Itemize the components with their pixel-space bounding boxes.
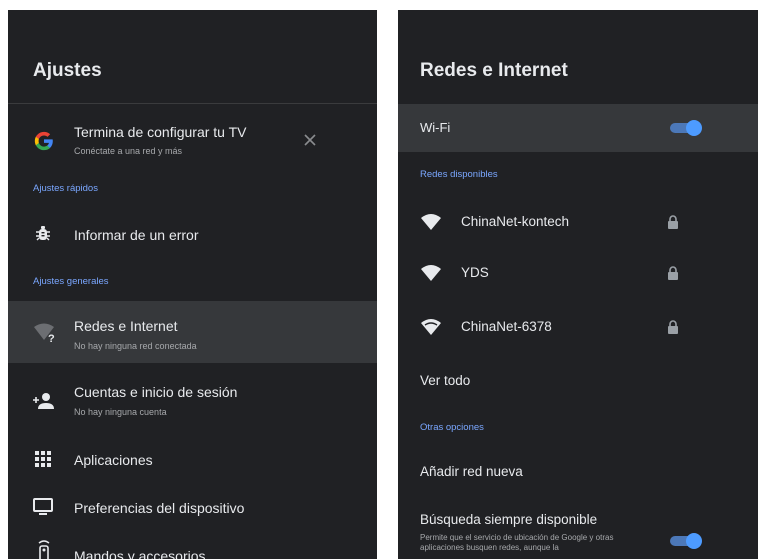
section-general-settings: Ajustes generales: [33, 276, 109, 287]
remote-icon: [34, 540, 54, 559]
wifi-toggle[interactable]: [670, 120, 702, 136]
wifi-toggle-row[interactable]: Wi-Fi: [398, 104, 758, 152]
menu-item-report-bug[interactable]: Informar de un error: [8, 214, 377, 254]
lock-icon: [668, 215, 678, 229]
network-name: YDS: [461, 265, 489, 280]
page-title: Ajustes: [33, 60, 102, 81]
google-g-icon: [33, 130, 55, 152]
lock-icon: [668, 320, 678, 334]
section-other-options: Otras opciones: [420, 422, 484, 433]
close-icon[interactable]: [300, 130, 320, 150]
wifi-label: Wi-Fi: [420, 120, 451, 135]
menu-item-label: Cuentas e inicio de sesión: [74, 384, 238, 400]
settings-panel: Ajustes Termina de configurar tu TV Coné…: [8, 10, 377, 559]
add-network-button[interactable]: Añadir red nueva: [398, 454, 758, 490]
menu-item-label: Informar de un error: [74, 227, 199, 243]
network-name: ChinaNet-6378: [461, 319, 552, 334]
setup-prompt-row[interactable]: Termina de configurar tu TV Conéctate a …: [8, 114, 377, 166]
divider: [8, 103, 377, 104]
see-all-button[interactable]: Ver todo: [398, 362, 758, 398]
bug-icon: [33, 224, 53, 244]
lock-icon: [668, 266, 678, 280]
menu-item-label: Mandos y accesorios: [74, 548, 206, 559]
network-item[interactable]: ChinaNet-kontech: [398, 202, 758, 242]
see-all-label: Ver todo: [420, 373, 471, 388]
network-item[interactable]: ChinaNet-6378: [398, 307, 758, 347]
menu-item-sub: No hay ninguna red conectada: [74, 341, 197, 351]
wifi-full-icon: [420, 212, 442, 232]
apps-grid-icon: [33, 449, 53, 469]
section-available-networks: Redes disponibles: [420, 169, 498, 180]
menu-item-device-preferences[interactable]: Preferencias del dispositivo: [8, 488, 377, 528]
setup-prompt-sub: Conéctate a una red y más: [74, 146, 183, 156]
menu-item-label: Preferencias del dispositivo: [74, 500, 245, 516]
section-quick-settings: Ajustes rápidos: [33, 183, 98, 194]
menu-item-network[interactable]: ? Redes e Internet No hay ninguna red co…: [8, 301, 377, 363]
setup-prompt-label: Termina de configurar tu TV: [74, 124, 247, 140]
wifi-full-icon: [420, 263, 442, 283]
menu-item-sub: No hay ninguna cuenta: [74, 407, 167, 417]
network-name: ChinaNet-kontech: [461, 214, 570, 229]
menu-item-remotes[interactable]: Mandos y accesorios: [8, 536, 377, 559]
tv-icon: [32, 497, 54, 517]
menu-item-label: Aplicaciones: [74, 452, 153, 468]
network-item[interactable]: YDS: [398, 253, 758, 293]
wifi-question-icon: ?: [33, 322, 57, 344]
always-scan-description: Permite que el servicio de ubicación de …: [420, 533, 614, 552]
menu-item-label: Redes e Internet: [74, 318, 178, 334]
always-scan-label: Búsqueda siempre disponible: [420, 512, 598, 527]
svg-text:?: ?: [48, 333, 55, 343]
network-panel: Redes e Internet Wi-Fi Redes disponibles…: [398, 10, 758, 559]
add-account-icon: [32, 391, 56, 411]
page-title: Redes e Internet: [420, 60, 568, 81]
always-scan-row[interactable]: Búsqueda siempre disponible Permite que …: [398, 504, 758, 559]
menu-item-apps[interactable]: Aplicaciones: [8, 440, 377, 480]
menu-item-accounts[interactable]: Cuentas e inicio de sesión No hay ningun…: [8, 370, 377, 426]
always-scan-toggle[interactable]: [670, 533, 702, 549]
add-network-label: Añadir red nueva: [420, 464, 523, 479]
wifi-strong-icon: [420, 317, 442, 337]
